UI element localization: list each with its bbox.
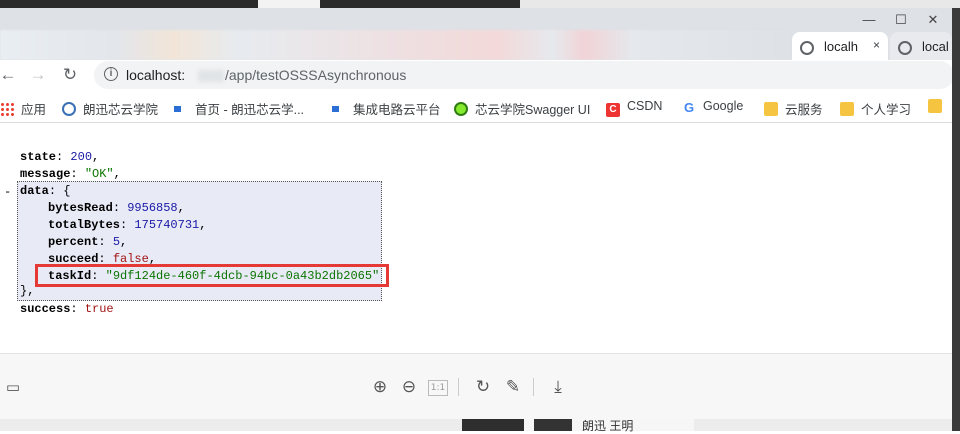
tab-label: localh xyxy=(824,39,858,54)
minimize-button[interactable]: — xyxy=(854,10,884,30)
folder-icon xyxy=(928,99,942,113)
json-line-totalbytes: totalBytes: 175740731, xyxy=(48,218,207,232)
url-host: localhost: xyxy=(126,67,186,83)
bookmark-google[interactable]: G Google xyxy=(682,99,743,115)
info-icon[interactable]: i xyxy=(104,67,118,81)
desktop-background xyxy=(0,0,960,8)
close-window-button[interactable]: ✕ xyxy=(918,10,948,30)
rotate-icon[interactable]: ↻ xyxy=(472,376,494,398)
json-line-data: data: { xyxy=(20,184,71,198)
bookmark-ic-cloud[interactable]: 集成电路云平台 xyxy=(332,99,441,117)
bookmark-cloud-service[interactable]: 云服务 xyxy=(764,99,823,117)
bookmark-swagger[interactable]: 芯云学院Swagger UI xyxy=(454,99,590,117)
background-window: 朗迅 王明 xyxy=(0,419,952,433)
tab-label: local xyxy=(922,39,949,54)
json-line-bytesread: bytesRead: 9956858, xyxy=(48,201,185,215)
taskid-annotation-box xyxy=(35,264,389,287)
blurred-tabs xyxy=(0,30,790,60)
globe-icon xyxy=(898,41,912,55)
site-logo-icon xyxy=(174,106,188,112)
json-line-message: message: "OK", xyxy=(20,167,121,181)
reload-icon[interactable]: ↻ xyxy=(58,63,82,87)
site-logo-icon xyxy=(332,106,346,112)
actual-size-icon[interactable]: 1:1 xyxy=(428,380,448,396)
browser-toolbar: ← → ↻ i localhost: /app/testOSSSAsynchro… xyxy=(0,60,954,90)
json-line-state: state: 200, xyxy=(20,150,100,164)
zoom-in-icon[interactable]: ⊕ xyxy=(369,376,391,398)
swagger-icon xyxy=(454,102,468,116)
apps-grid-icon xyxy=(0,102,14,116)
globe-icon xyxy=(800,41,814,55)
json-viewer: - state: 200, message: "OK", data: { byt… xyxy=(0,123,952,353)
bookmark-lx-academy[interactable]: 朗迅芯云学院 xyxy=(62,99,158,117)
folder-icon xyxy=(764,102,778,116)
json-line-success: success: true xyxy=(20,302,114,316)
panel-toggle-icon[interactable]: ▭ xyxy=(2,376,24,398)
url-port-redacted xyxy=(198,70,224,82)
url-path: /app/testOSSSAsynchronous xyxy=(225,67,407,83)
collapse-toggle[interactable]: - xyxy=(4,185,11,199)
bookmark-personal-study[interactable]: 个人学习 xyxy=(840,99,911,117)
bookmarks-bar: 应用 朗迅芯云学院 首页 - 朗迅芯云学... 集成电路云平台 芯云学院Swag… xyxy=(0,92,952,123)
bookmark-apps[interactable]: 应用 xyxy=(0,99,46,117)
back-icon[interactable]: ← xyxy=(0,63,20,87)
folder-icon xyxy=(840,102,854,116)
maximize-button[interactable]: ☐ xyxy=(886,10,916,30)
globe-icon xyxy=(62,102,76,116)
zoom-out-icon[interactable]: ⊖ xyxy=(398,376,420,398)
csdn-icon: C xyxy=(606,103,620,117)
address-bar[interactable]: i localhost: /app/testOSSSAsynchronous xyxy=(94,61,954,89)
bookmark-csdn[interactable]: C CSDN xyxy=(606,99,662,117)
json-line-percent: percent: 5, xyxy=(48,235,128,249)
desktop-right-edge xyxy=(952,8,960,431)
background-text: 朗迅 王明 xyxy=(582,419,634,433)
close-tab-icon[interactable]: × xyxy=(873,38,880,52)
google-icon: G xyxy=(683,100,695,115)
json-line-data-close: }, xyxy=(20,284,35,298)
edit-pencil-icon[interactable]: ✎ xyxy=(502,376,524,398)
forward-icon[interactable]: → xyxy=(26,63,50,87)
bookmark-overflow[interactable] xyxy=(928,99,949,115)
browser-titlebar: — ☐ ✕ localh × local xyxy=(0,8,952,64)
bookmark-home[interactable]: 首页 - 朗迅芯云学... xyxy=(174,99,304,117)
download-icon[interactable]: ⤓ xyxy=(547,376,569,398)
viewer-toolbar: ▭ ⊕ ⊖ 1:1 ↻ ✎ ⤓ xyxy=(0,353,952,420)
